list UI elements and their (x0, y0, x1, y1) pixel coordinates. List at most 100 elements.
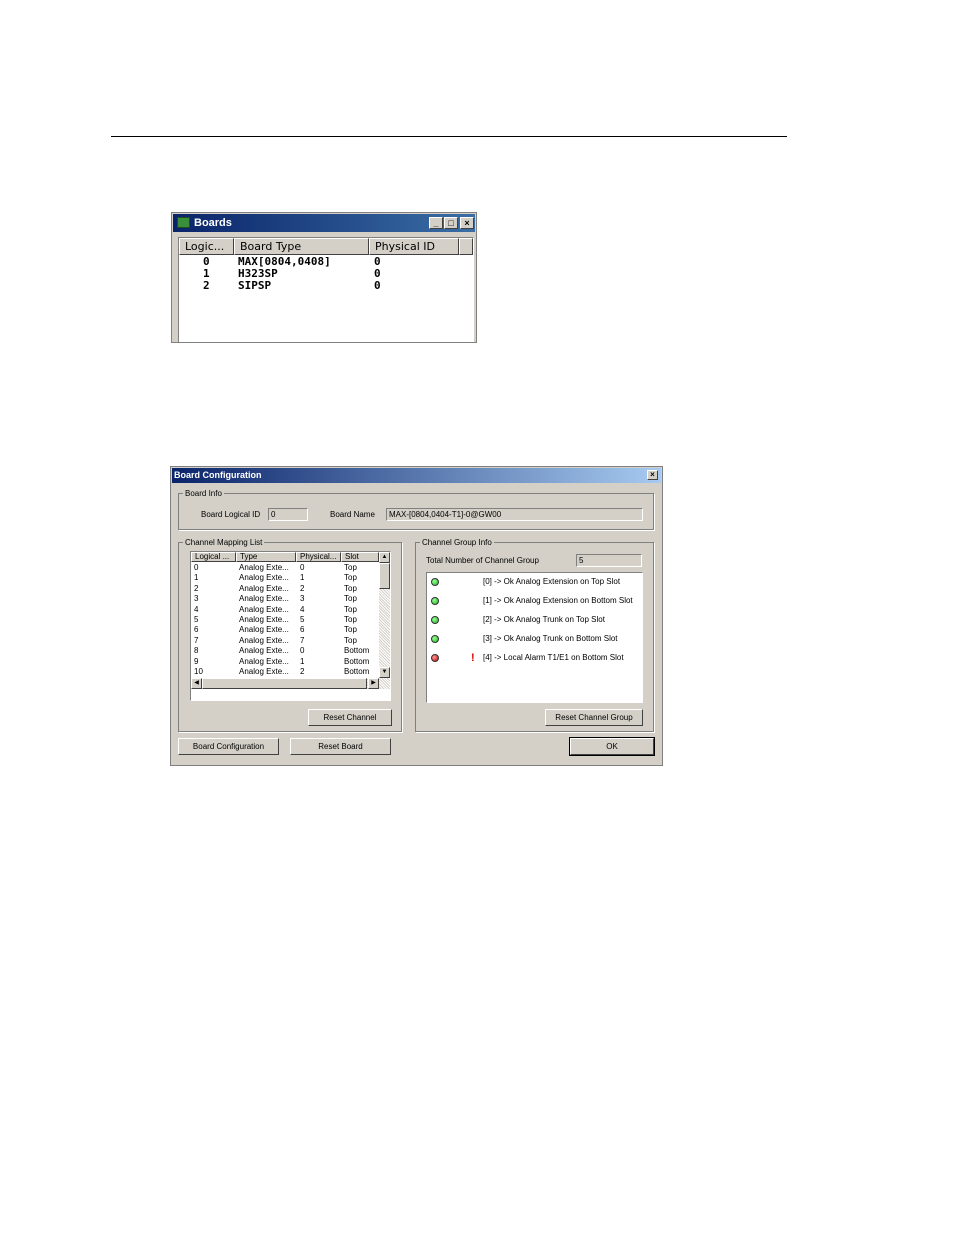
channel-group-text: [3] -> Ok Analog Trunk on Bottom Slot (483, 634, 618, 643)
channel-group-item[interactable]: [2] -> Ok Analog Trunk on Top Slot (427, 614, 641, 626)
scroll-thumb[interactable] (379, 563, 390, 589)
total-channel-group-label: Total Number of Channel Group (426, 556, 539, 565)
board-physical: 0 (374, 279, 381, 292)
channel-physical: 0 (300, 646, 305, 656)
channel-row[interactable]: 7 Analog Exte... 7 Top (191, 636, 381, 646)
channel-row[interactable]: 10 Analog Exte... 2 Bottom (191, 667, 381, 677)
channel-logical: 8 (194, 646, 199, 656)
channel-group-list[interactable]: [0] -> Ok Analog Extension on Top Slot [1… (426, 572, 643, 703)
channel-row[interactable]: 0 Analog Exte... 0 Top (191, 563, 381, 573)
column-header-board-type[interactable]: Board Type (234, 238, 369, 255)
channel-mapping-group: Channel Mapping List Logical ... Type Ph… (178, 538, 402, 732)
board-name-label: Board Name (330, 510, 375, 519)
channel-row[interactable]: 6 Analog Exte... 6 Top (191, 625, 381, 635)
channel-group-group: Channel Group Info Total Number of Chann… (415, 538, 654, 732)
channel-slot: Bottom (344, 667, 370, 676)
channel-slot: Top (344, 615, 357, 624)
channel-physical: 7 (300, 635, 305, 645)
boards-window: Boards _ □ × Logic... Board Type Physica… (171, 212, 477, 343)
channel-logical: 6 (194, 625, 199, 635)
column-header-physical[interactable]: Physical... (296, 552, 341, 562)
channel-logical: 0 (194, 563, 199, 572)
channel-type: Analog Exte... (239, 646, 289, 656)
channel-group-text: [4] -> Local Alarm T1/E1 on Bottom Slot (483, 653, 624, 662)
horizontal-scroll-thumb[interactable] (202, 678, 367, 689)
board-app-icon (177, 217, 190, 228)
close-button[interactable]: × (460, 217, 474, 229)
channel-row[interactable]: 8 Analog Exte... 0 Bottom (191, 646, 381, 656)
boards-titlebar[interactable]: Boards _ □ × (173, 214, 475, 232)
channel-logical: 9 (194, 656, 199, 666)
boards-list[interactable]: Logic... Board Type Physical ID 0 MAX[08… (178, 237, 474, 342)
channel-physical: 0 (300, 563, 305, 572)
board-type: SIPSP (238, 279, 272, 292)
channel-physical: 1 (300, 573, 305, 583)
reset-board-button[interactable]: Reset Board (290, 738, 391, 755)
channel-physical: 2 (300, 667, 305, 676)
channel-physical: 6 (300, 625, 305, 635)
dialog-titlebar[interactable]: Board Configuration × (172, 468, 661, 483)
channel-slot: Top (344, 625, 357, 635)
channel-logical: 2 (194, 583, 199, 593)
warning-icon: ! (471, 652, 475, 664)
column-header-logical[interactable]: Logic... (179, 238, 234, 255)
minimize-button[interactable]: _ (429, 217, 443, 229)
channel-physical: 1 (300, 656, 305, 666)
channel-group-item[interactable]: [0] -> Ok Analog Extension on Top Slot (427, 576, 641, 588)
channel-type: Analog Exte... (239, 604, 289, 614)
channel-group-item[interactable]: [1] -> Ok Analog Extension on Bottom Slo… (427, 595, 641, 607)
channel-type: Analog Exte... (239, 573, 289, 583)
channel-row[interactable]: 2 Analog Exte... 2 Top (191, 584, 381, 594)
maximize-button[interactable]: □ (444, 217, 458, 229)
channel-group-item[interactable]: ! [4] -> Local Alarm T1/E1 on Bottom Slot (427, 652, 641, 664)
channel-row[interactable]: 9 Analog Exte... 1 Bottom (191, 657, 381, 667)
board-configuration-dialog: Board Configuration × Board Info Board L… (170, 466, 663, 766)
board-row[interactable]: 0 MAX[0804,0408] 0 (179, 256, 473, 268)
board-configuration-button[interactable]: Board Configuration (178, 738, 279, 755)
scroll-up-icon[interactable]: ▲ (379, 552, 390, 563)
reset-channel-group-button[interactable]: Reset Channel Group (545, 709, 643, 726)
scroll-left-icon[interactable]: ◀ (191, 678, 202, 689)
column-header-type[interactable]: Type (236, 552, 296, 562)
channel-physical: 2 (300, 583, 305, 593)
column-header-physical-id[interactable]: Physical ID (369, 238, 459, 255)
column-header-logical[interactable]: Logical ... (191, 552, 236, 562)
channel-type: Analog Exte... (239, 594, 289, 604)
channel-group-text: [2] -> Ok Analog Trunk on Top Slot (483, 615, 605, 624)
channel-logical: 4 (194, 604, 199, 614)
channel-slot: Top (344, 635, 357, 645)
ok-button[interactable]: OK (569, 737, 655, 756)
channel-logical: 10 (194, 667, 203, 676)
channel-row[interactable]: 5 Analog Exte... 5 Top (191, 615, 381, 625)
channel-group-label: Channel Group Info (420, 538, 494, 547)
status-alarm-icon (431, 654, 439, 662)
scroll-down-icon[interactable]: ▼ (379, 667, 390, 678)
channel-slot: Top (344, 563, 357, 572)
channel-slot: Bottom (344, 656, 370, 666)
channel-type: Analog Exte... (239, 667, 289, 676)
column-header-slot[interactable]: Slot (341, 552, 379, 562)
channel-logical: 3 (194, 594, 199, 604)
channel-type: Analog Exte... (239, 635, 289, 645)
board-logical-id-field[interactable]: 0 (268, 508, 308, 521)
channel-physical: 4 (300, 604, 305, 614)
channel-row[interactable]: 4 Analog Exte... 4 Top (191, 605, 381, 615)
dialog-close-button[interactable]: × (647, 470, 658, 480)
total-channel-group-field[interactable]: 5 (576, 554, 642, 567)
scroll-right-icon[interactable]: ▶ (368, 678, 379, 689)
channel-row[interactable]: 1 Analog Exte... 1 Top (191, 573, 381, 583)
channel-type: Analog Exte... (239, 625, 289, 635)
channel-row[interactable]: 3 Analog Exte... 3 Top (191, 594, 381, 604)
channel-group-item[interactable]: [3] -> Ok Analog Trunk on Bottom Slot (427, 633, 641, 645)
channel-slot: Top (344, 573, 357, 583)
channel-slot: Top (344, 604, 357, 614)
page-rule (111, 136, 787, 137)
channel-slot: Top (344, 583, 357, 593)
board-name-field[interactable]: MAX-[0804,0404-T1]-0@GW00 (386, 508, 643, 521)
channel-physical: 3 (300, 594, 305, 604)
channel-mapping-list[interactable]: Logical ... Type Physical... Slot 0 Analo… (190, 551, 391, 701)
status-ok-icon (431, 578, 439, 586)
board-row[interactable]: 2 SIPSP 0 (179, 280, 473, 292)
reset-channel-button[interactable]: Reset Channel (308, 709, 392, 726)
board-row[interactable]: 1 H323SP 0 (179, 268, 473, 280)
